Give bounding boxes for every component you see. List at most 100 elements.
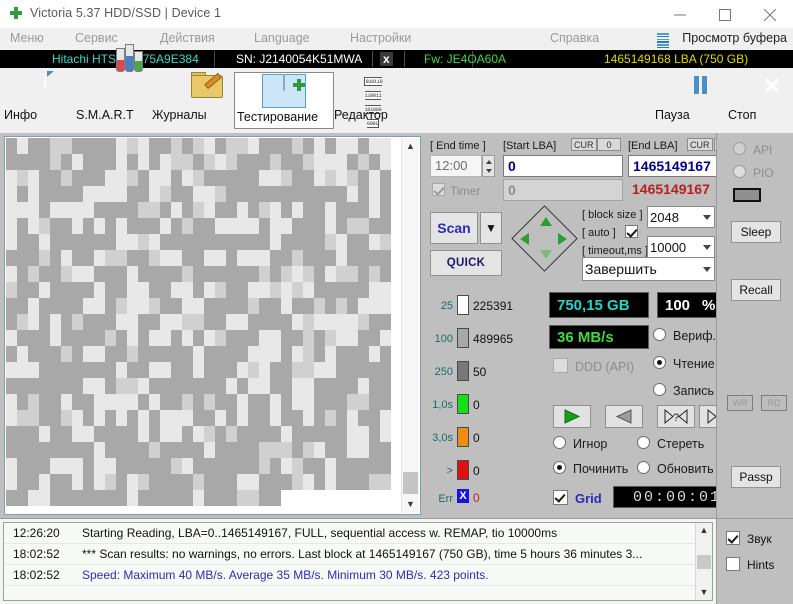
scan-dropdown-button[interactable]: ▼: [480, 212, 502, 244]
map-block: [72, 474, 83, 490]
map-block: [347, 394, 358, 410]
scan-button[interactable]: Scan: [430, 212, 478, 244]
close-button[interactable]: [748, 0, 793, 28]
log-row[interactable]: 12:26:20 Starting Reading, LBA=0..146514…: [4, 523, 696, 544]
play-forward-button[interactable]: [553, 405, 591, 428]
binary-document-icon: 010110 110011 101000 0001: [363, 77, 383, 128]
end-time-spinner[interactable]: [482, 155, 495, 177]
end-time-field[interactable]: 12:00: [430, 155, 482, 177]
map-block: [204, 218, 215, 234]
log-row[interactable]: 18:02:52 *** Scan results: no warnings, …: [4, 544, 696, 565]
map-block: [28, 202, 39, 218]
map-block: [237, 362, 248, 378]
mode-radio-write[interactable]: [653, 383, 666, 396]
scroll-down-icon[interactable]: ▼: [402, 496, 419, 513]
action-radio-repair[interactable]: [553, 461, 566, 474]
map-block: [39, 474, 50, 490]
menu-item-service[interactable]: Сервис: [75, 31, 118, 45]
map-block: [347, 250, 358, 266]
map-block: [182, 186, 193, 202]
map-block: [61, 410, 72, 426]
map-block: [39, 442, 50, 458]
map-block: [248, 170, 259, 186]
sleep-button[interactable]: Sleep: [731, 221, 781, 243]
grid-checkbox[interactable]: [553, 490, 568, 505]
map-block: [28, 218, 39, 234]
map-block: [127, 314, 138, 330]
menu-item-help[interactable]: Справка: [550, 31, 599, 45]
map-block: [171, 186, 182, 202]
dpad-down-icon[interactable]: [540, 250, 552, 259]
log-scroll-down-icon[interactable]: ▼: [696, 585, 712, 600]
scroll-up-icon[interactable]: ▲: [402, 138, 419, 155]
toolbar-button-testing[interactable]: Тестирование: [234, 72, 334, 129]
wr-button[interactable]: WR: [727, 395, 753, 411]
map-block: [215, 186, 226, 202]
random-seek-button[interactable]: ?: [657, 405, 695, 428]
toolbar-button-smart[interactable]: S.M.A.R.T: [76, 44, 154, 129]
start-lba-zero-button[interactable]: 0: [597, 138, 621, 151]
scroll-thumb[interactable]: [403, 472, 418, 494]
log-scroll-up-icon[interactable]: ▲: [696, 523, 712, 538]
start-lba-input[interactable]: 0: [503, 155, 623, 177]
action-radio-ignore[interactable]: [553, 436, 566, 449]
menu-item-actions[interactable]: Действия: [160, 31, 215, 45]
device-close-mark[interactable]: x: [380, 52, 393, 66]
map-block: [171, 170, 182, 186]
auto-checkbox[interactable]: [625, 225, 638, 238]
map-block: [39, 250, 50, 266]
passport-button[interactable]: Passp: [731, 466, 781, 488]
surface-map-grid[interactable]: [6, 138, 401, 513]
start-lba-cur-button[interactable]: CUR: [571, 138, 597, 151]
block-size-select[interactable]: 2048: [647, 206, 715, 228]
map-block: [149, 170, 160, 186]
minimize-button[interactable]: [658, 0, 703, 28]
buffer-view-button[interactable]: Просмотр буфера: [682, 31, 787, 45]
log-row[interactable]: 18:02:52 Speed: Maximum 40 MB/s. Average…: [4, 565, 696, 586]
timer-checkbox[interactable]: [432, 183, 445, 196]
log-scrollbar[interactable]: ▲ ▼: [695, 523, 712, 600]
action-radio-refresh[interactable]: [637, 461, 650, 474]
scan-direction-pad[interactable]: [510, 205, 578, 272]
toolbar-button-editor[interactable]: 010110 110011 101000 0001 Редактор: [334, 72, 412, 129]
map-block: [248, 362, 259, 378]
map-block: [61, 282, 72, 298]
sound-checkbox[interactable]: [726, 531, 740, 545]
recall-button[interactable]: Recall: [731, 279, 781, 301]
toolbar-button-logs[interactable]: Журналы: [152, 72, 230, 129]
map-block: [292, 170, 303, 186]
dpad-right-icon[interactable]: [558, 233, 567, 245]
log-panel[interactable]: 12:26:20 Starting Reading, LBA=0..146514…: [3, 522, 713, 601]
start-lba-secondary-input[interactable]: 0: [503, 179, 623, 201]
rd-button[interactable]: RD: [761, 395, 787, 411]
map-block: [270, 170, 281, 186]
surface-map-panel[interactable]: ▲ ▼: [4, 136, 421, 515]
map-vertical-scrollbar[interactable]: ▲ ▼: [401, 138, 419, 513]
map-block: [248, 474, 259, 490]
hints-checkbox[interactable]: [726, 557, 740, 571]
map-block: [17, 426, 28, 442]
end-lba-cur-button[interactable]: CUR: [687, 138, 713, 151]
maximize-button[interactable]: [703, 0, 748, 28]
log-scroll-thumb[interactable]: [697, 555, 711, 569]
toolbar-button-info[interactable]: Инфо: [4, 72, 82, 129]
pio-radio[interactable]: [733, 165, 746, 178]
menu-item-language[interactable]: Language: [254, 31, 310, 45]
action-radio-erase[interactable]: [637, 436, 650, 449]
toolbar-button-stop[interactable]: Стоп: [728, 72, 788, 129]
ddd-api-checkbox[interactable]: [553, 358, 568, 373]
dpad-left-icon[interactable]: [520, 233, 529, 245]
map-block: [6, 154, 17, 170]
dpad-up-icon[interactable]: [540, 217, 552, 226]
map-block: [39, 282, 50, 298]
menu-item-settings[interactable]: Настройки: [350, 31, 411, 45]
on-finish-select[interactable]: Завершить: [582, 257, 715, 281]
quick-button[interactable]: QUICK: [430, 250, 502, 276]
mode-radio-verify[interactable]: [653, 328, 666, 341]
timeout-select[interactable]: 10000: [647, 236, 715, 258]
menu-item-menu[interactable]: Меню: [10, 31, 44, 45]
mode-radio-read[interactable]: [653, 356, 666, 369]
play-backward-button[interactable]: [605, 405, 643, 428]
toolbar-button-pause[interactable]: Пауза: [655, 72, 715, 129]
api-radio[interactable]: [733, 142, 746, 155]
